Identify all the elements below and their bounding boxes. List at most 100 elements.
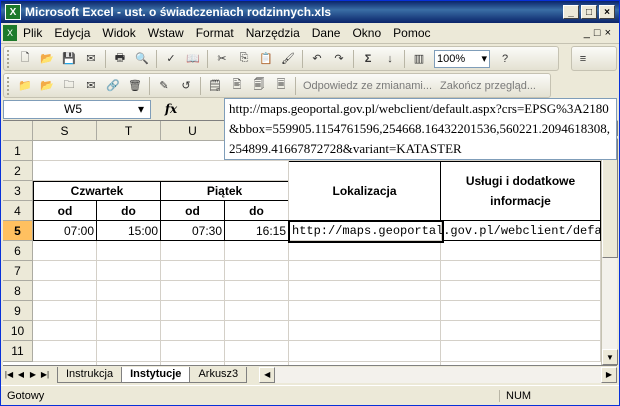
folder-icon[interactable]: 📁 — [16, 77, 34, 95]
row-header-3[interactable]: 3 — [3, 181, 33, 201]
row-10[interactable] — [33, 321, 601, 341]
autosum-icon[interactable]: Σ — [359, 50, 377, 68]
workbook-icon[interactable]: X — [3, 25, 17, 41]
scroll-right-icon[interactable]: ▶ — [601, 366, 617, 383]
row-header-9[interactable]: 9 — [3, 301, 33, 321]
name-box[interactable]: W5 ▾ — [3, 99, 151, 119]
first-sheet-icon[interactable]: |◀ — [3, 368, 15, 382]
folder-share-icon[interactable]: 🗀 — [60, 77, 78, 95]
paste-icon[interactable]: 📋 — [257, 50, 275, 68]
prev-sheet-icon[interactable]: ◀ — [15, 368, 27, 382]
close-button[interactable]: × — [599, 5, 615, 19]
folder-up-icon[interactable]: 📂 — [38, 77, 56, 95]
last-sheet-icon[interactable]: ▶| — [39, 368, 51, 382]
zoom-select[interactable]: 100% ▾ — [434, 49, 490, 68]
spelling-icon[interactable]: ✓ — [162, 50, 180, 68]
attach-icon[interactable]: 🔗 — [104, 77, 122, 95]
insert-function-button[interactable]: fx — [151, 102, 191, 116]
horizontal-scrollbar[interactable]: ◀ ▶ — [259, 366, 617, 383]
menu-dane[interactable]: Dane — [306, 26, 347, 40]
cell-t5[interactable]: 15:00 — [97, 221, 161, 241]
row-header-10[interactable]: 10 — [3, 321, 33, 341]
permission-icon[interactable]: ✉ — [82, 50, 100, 68]
menu-plik[interactable]: Plik — [17, 26, 48, 40]
row-7[interactable] — [33, 261, 601, 281]
edit-comment-icon[interactable]: 🖹 — [228, 77, 246, 95]
menu-pomoc[interactable]: Pomoc — [387, 26, 436, 40]
open-icon[interactable]: 📂 — [38, 50, 56, 68]
sheet-tab-instrukcja[interactable]: Instrukcja — [57, 366, 123, 383]
menu-edycja[interactable]: Edycja — [48, 26, 96, 40]
envelope-icon[interactable]: ✉ — [82, 77, 100, 95]
next-sheet-icon[interactable]: ▶ — [27, 368, 39, 382]
row-header-5[interactable]: 5 — [3, 221, 33, 241]
research-icon[interactable]: 📖 — [184, 50, 202, 68]
scroll-left-icon[interactable]: ◀ — [259, 366, 276, 383]
workbook-restore-button[interactable]: □ — [594, 27, 601, 39]
scroll-down-icon[interactable]: ▼ — [602, 349, 618, 365]
header-lokalizacja[interactable]: Lokalizacja — [289, 161, 441, 221]
comment-icon[interactable]: 🗒 — [206, 77, 224, 95]
toolbar-grip[interactable] — [7, 76, 11, 95]
cell-s5[interactable]: 07:00 — [33, 221, 97, 241]
sheet-tab-instytucje[interactable]: Instytucje — [121, 366, 191, 383]
chart-wizard-icon[interactable]: ▥ — [410, 50, 428, 68]
subheader-od[interactable]: od — [33, 201, 97, 221]
workbook-minimize-button[interactable]: _ — [584, 27, 590, 39]
end-review-button[interactable]: Zakończ przegląd... — [440, 80, 536, 92]
menu-widok[interactable]: Widok — [96, 26, 141, 40]
help-icon[interactable]: ? — [496, 50, 514, 68]
row-header-7[interactable]: 7 — [3, 261, 33, 281]
maximize-button[interactable]: □ — [581, 5, 597, 19]
column-header-s[interactable]: S — [33, 121, 97, 141]
menu-narzedzia[interactable]: Narzędzia — [240, 26, 306, 40]
formula-input[interactable]: http://maps.geoportal.gov.pl/webclient/d… — [224, 98, 617, 160]
row-header-2[interactable]: 2 — [3, 161, 33, 181]
row-9[interactable] — [33, 301, 601, 321]
align-icon[interactable]: ≡ — [574, 50, 592, 68]
cell-v5[interactable]: 16:15 — [225, 221, 289, 241]
row-6[interactable] — [33, 241, 601, 261]
title-bar[interactable]: X Microsoft Excel - ust. o świadczeniach… — [1, 1, 619, 23]
subheader-do[interactable]: do — [97, 201, 161, 221]
cell-u5[interactable]: 07:30 — [161, 221, 225, 241]
row-11[interactable] — [33, 341, 601, 362]
header-czwartek[interactable]: Czwartek — [33, 181, 161, 201]
format-painter-icon[interactable]: 🖌 — [279, 50, 297, 68]
sheet-tab-arkusz3[interactable]: Arkusz3 — [189, 366, 248, 383]
delete-icon[interactable]: 🗑 — [126, 77, 144, 95]
save-icon[interactable]: 💾 — [60, 50, 78, 68]
track-changes-icon[interactable]: ✎ — [155, 77, 173, 95]
row-header-11[interactable]: 11 — [3, 341, 33, 362]
subheader-do[interactable]: do — [225, 201, 289, 221]
minimize-button[interactable]: _ — [563, 5, 579, 19]
print-icon[interactable]: 🖶 — [111, 50, 129, 68]
row-header-4[interactable]: 4 — [3, 201, 33, 221]
redo-icon[interactable]: ↷ — [330, 50, 348, 68]
sort-ascending-icon[interactable]: ↓ — [381, 50, 399, 68]
header-piatek[interactable]: Piątek — [161, 181, 289, 201]
row-header-6[interactable]: 6 — [3, 241, 33, 261]
cut-icon[interactable]: ✂ — [213, 50, 231, 68]
print-preview-icon[interactable]: 🔍 — [133, 50, 151, 68]
column-header-t[interactable]: T — [97, 121, 161, 141]
cell-s2[interactable] — [33, 161, 289, 181]
menu-okno[interactable]: Okno — [346, 26, 387, 40]
show-comments-icon[interactable]: 🗐 — [250, 77, 268, 95]
menu-format[interactable]: Format — [190, 26, 240, 40]
new-icon[interactable]: 🗋 — [16, 50, 34, 68]
column-header-u[interactable]: U — [161, 121, 225, 141]
row-header-1[interactable]: 1 — [3, 141, 33, 161]
cell-w5-selected[interactable]: http://maps.geoportal.gov.pl/webclient/d… — [288, 220, 601, 243]
undo-icon[interactable]: ↶ — [308, 50, 326, 68]
menu-wstaw[interactable]: Wstaw — [142, 26, 190, 40]
select-all-corner[interactable] — [3, 121, 33, 141]
header-uslugi[interactable]: Usługi i dodatkowe informacje — [441, 161, 601, 221]
reject-icon[interactable]: ↺ — [177, 77, 195, 95]
row-header-8[interactable]: 8 — [3, 281, 33, 301]
reply-with-changes-button[interactable]: Odpowiedz ze zmianami... — [303, 80, 432, 92]
copy-icon[interactable]: ⎘ — [235, 50, 253, 68]
subheader-od[interactable]: od — [161, 201, 225, 221]
workbook-close-button[interactable]: × — [605, 27, 611, 39]
hide-comments-icon[interactable]: 🗏 — [272, 77, 290, 95]
